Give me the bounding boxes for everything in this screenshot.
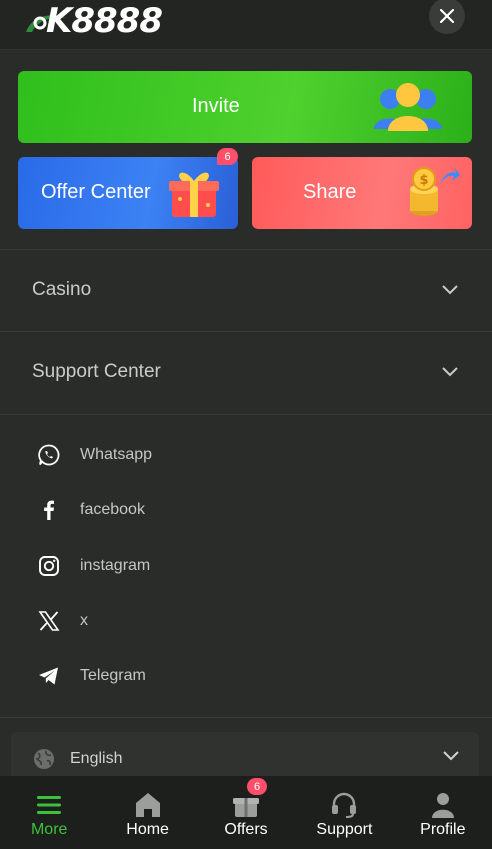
invite-card[interactable]: Invite: [18, 71, 472, 143]
top-bar: K8888: [0, 0, 492, 50]
x-icon: [36, 608, 62, 634]
nav-home[interactable]: Home: [98, 776, 196, 849]
divider: [0, 717, 492, 718]
users-group-icon: [374, 83, 442, 131]
language-selector[interactable]: English: [11, 732, 479, 782]
share-card[interactable]: Share $: [252, 157, 472, 229]
instagram-icon: [36, 553, 62, 579]
nav-support[interactable]: Support: [295, 776, 393, 849]
whatsapp-label: Whatsapp: [80, 446, 153, 463]
home-icon: [133, 790, 163, 820]
brand-logo[interactable]: K8888: [26, 1, 163, 41]
whatsapp-icon: [36, 442, 62, 468]
svg-text:$: $: [419, 173, 428, 188]
globe-icon: [34, 749, 54, 769]
casino-accordion[interactable]: Casino: [0, 249, 492, 331]
close-icon: [440, 9, 454, 23]
close-button[interactable]: [429, 0, 465, 34]
share-label: Share: [303, 181, 357, 203]
offer-center-label: Offer Center: [41, 181, 151, 203]
social-link-x[interactable]: x: [36, 606, 88, 636]
social-link-facebook[interactable]: facebook: [36, 495, 145, 525]
bottom-navigation: More Home 6 Offers Support Profile: [0, 776, 492, 849]
facebook-icon: [36, 497, 62, 523]
nav-profile-label: Profile: [420, 821, 466, 838]
nav-offers-label: Offers: [224, 821, 268, 838]
support-center-accordion[interactable]: Support Center: [0, 331, 492, 413]
x-label: x: [80, 612, 88, 629]
nav-more-label: More: [30, 821, 68, 838]
facebook-label: facebook: [80, 501, 145, 518]
chevron-down-icon: [442, 285, 458, 295]
divider: [0, 414, 492, 415]
telegram-icon: [36, 663, 62, 689]
offer-center-card[interactable]: Offer Center: [18, 157, 238, 229]
nav-offers[interactable]: 6 Offers: [197, 776, 295, 849]
social-link-telegram[interactable]: Telegram: [36, 661, 146, 691]
chevron-down-icon: [443, 751, 459, 761]
instagram-label: instagram: [80, 557, 151, 574]
nav-more[interactable]: More: [0, 776, 98, 849]
offer-center-badge: 6: [217, 148, 238, 165]
coins-share-icon: $: [410, 167, 460, 216]
nav-support-label: Support: [316, 821, 373, 838]
chevron-down-icon: [442, 367, 458, 377]
gift-box-icon: [169, 172, 219, 217]
nav-profile[interactable]: Profile: [394, 776, 492, 849]
nav-home-label: Home: [126, 821, 169, 838]
invite-label: Invite: [192, 95, 240, 117]
headset-icon: [329, 790, 359, 820]
logo-text: K8888: [46, 1, 163, 41]
social-link-instagram[interactable]: instagram: [36, 551, 150, 581]
telegram-label: Telegram: [80, 667, 146, 684]
user-icon: [428, 790, 458, 820]
nav-offers-badge: 6: [247, 778, 268, 795]
casino-label: Casino: [32, 279, 92, 300]
language-label: English: [70, 750, 123, 767]
social-link-whatsapp[interactable]: Whatsapp: [36, 440, 152, 470]
support-center-label: Support Center: [32, 361, 161, 382]
menu-icon: [34, 790, 64, 820]
